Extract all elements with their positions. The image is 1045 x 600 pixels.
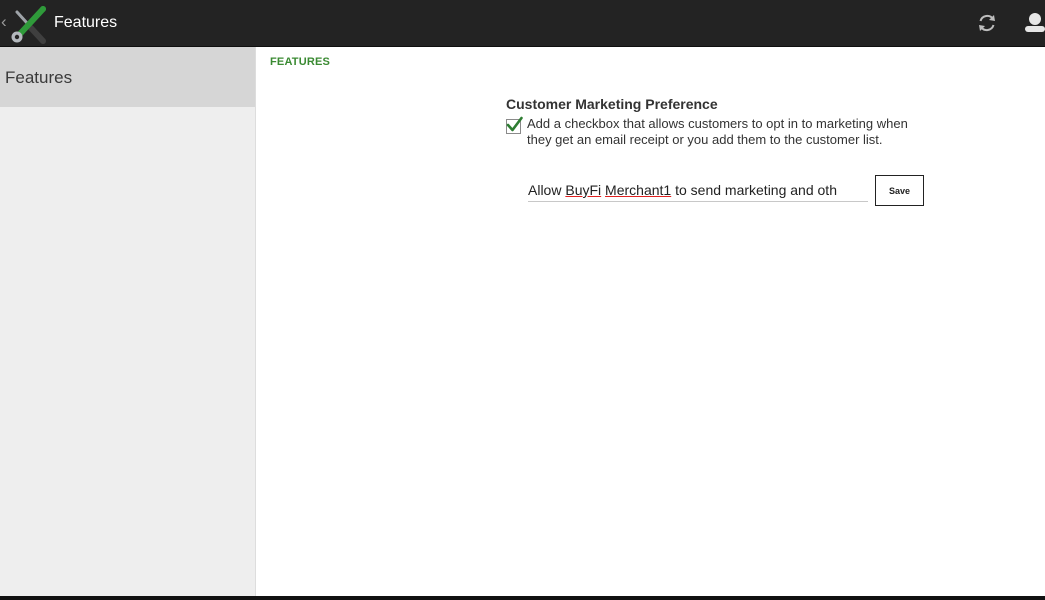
sidebar: Features bbox=[0, 47, 256, 596]
preference-title: Customer Marketing Preference bbox=[506, 96, 718, 112]
checkmark-icon bbox=[506, 116, 523, 132]
message-text: Merchant1 bbox=[605, 182, 672, 198]
preference-description: Add a checkbox that allows customers to … bbox=[527, 116, 908, 147]
action-bar: ‹ Features bbox=[0, 0, 1045, 47]
marketing-preference-checkbox[interactable] bbox=[506, 116, 523, 134]
message-text: to send marketing and oth bbox=[671, 182, 837, 198]
sidebar-item-label: Features bbox=[5, 68, 73, 87]
system-bar bbox=[0, 596, 1045, 600]
message-text: Allow bbox=[528, 182, 566, 198]
marketing-message-input[interactable]: Allow BuyFi Merchant1 to send marketing … bbox=[528, 180, 868, 202]
back-chevron-icon[interactable]: ‹ bbox=[1, 12, 7, 32]
account-icon[interactable] bbox=[1022, 10, 1045, 36]
save-button[interactable]: Save bbox=[875, 175, 924, 206]
sidebar-item-features[interactable]: Features bbox=[0, 47, 255, 107]
refresh-icon[interactable] bbox=[976, 12, 998, 34]
tools-icon[interactable] bbox=[7, 4, 49, 44]
section-header: FEATURES bbox=[270, 56, 331, 68]
page-title: Features bbox=[54, 14, 118, 31]
message-text: BuyFi bbox=[565, 182, 602, 198]
